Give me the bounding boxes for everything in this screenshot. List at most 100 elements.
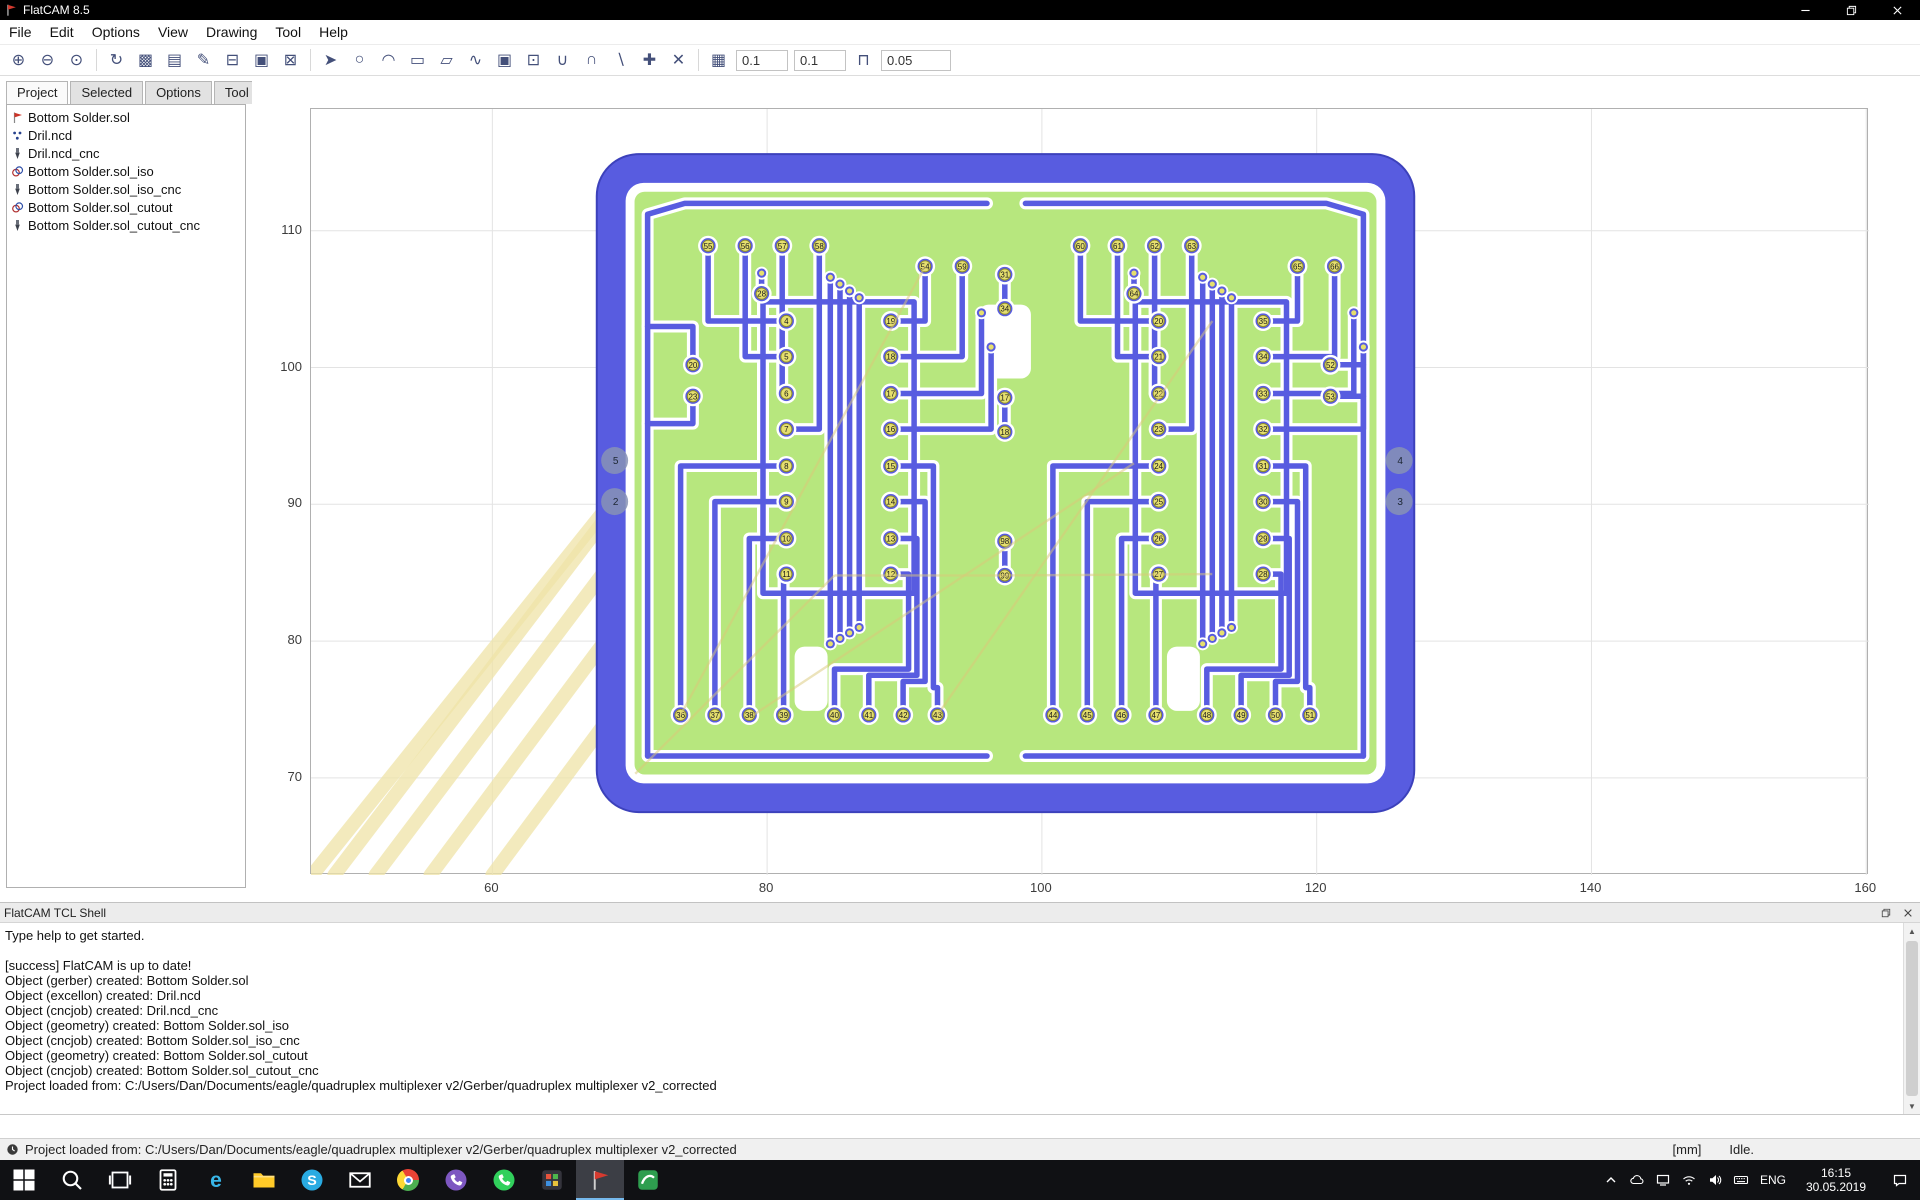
start-button[interactable] <box>0 1160 48 1200</box>
snap-max-input[interactable] <box>881 50 951 71</box>
draw-arc-icon[interactable]: ◠ <box>375 48 402 73</box>
copy-object-icon[interactable]: ▣ <box>248 48 275 73</box>
volume-tray-icon[interactable] <box>1702 1160 1728 1200</box>
tree-item[interactable]: Bottom Solder.sol_iso_cnc <box>7 180 245 198</box>
tab-project[interactable]: Project <box>6 81 68 104</box>
svg-text:20: 20 <box>1154 317 1163 326</box>
menu-options[interactable]: Options <box>83 22 149 42</box>
clock[interactable]: 16:15 30.05.2019 <box>1792 1160 1880 1200</box>
status-bar: Project loaded from: C:/Users/Dan/Docume… <box>0 1138 1920 1160</box>
snap-magnet-icon[interactable]: ⊓ <box>850 48 877 73</box>
grid-toggle-icon[interactable]: ▦ <box>705 48 732 73</box>
menu-edit[interactable]: Edit <box>41 22 83 42</box>
file-explorer-app[interactable] <box>240 1160 288 1200</box>
draw-circle-icon[interactable]: ○ <box>346 48 373 73</box>
restore-button[interactable] <box>1828 0 1874 20</box>
task-view-button[interactable] <box>96 1160 144 1200</box>
language-indicator[interactable]: ENG <box>1754 1160 1792 1200</box>
menu-help[interactable]: Help <box>310 22 357 42</box>
menu-view[interactable]: View <box>149 22 197 42</box>
menu-file[interactable]: File <box>0 22 41 42</box>
svg-text:45: 45 <box>1083 711 1092 720</box>
notification-button[interactable] <box>1880 1160 1920 1200</box>
grid-y-input[interactable] <box>794 50 846 71</box>
plot-canvas[interactable]: 5556575841951861771681591410131112545936… <box>252 80 1920 902</box>
scrollbar-track[interactable] <box>1904 939 1920 1098</box>
zoom-out-icon[interactable]: ⊖ <box>34 48 61 73</box>
intersection-icon[interactable]: ∩ <box>578 48 605 73</box>
network-tray-icon[interactable] <box>1650 1160 1676 1200</box>
select-tool-icon[interactable]: ➤ <box>317 48 344 73</box>
union-icon[interactable]: ∪ <box>549 48 576 73</box>
shell-float-button[interactable] <box>1878 905 1894 921</box>
replot-icon[interactable]: ↻ <box>103 48 130 73</box>
calculator-app[interactable] <box>144 1160 192 1200</box>
panel-tabs: ProjectSelectedOptionsTool <box>6 80 252 104</box>
whatsapp-icon <box>492 1168 516 1192</box>
touch-keyboard-tray-icon[interactable] <box>1728 1160 1754 1200</box>
editor-icon[interactable]: ✎ <box>190 48 217 73</box>
svg-text:63: 63 <box>1187 242 1196 251</box>
save-project-icon[interactable]: ⊟ <box>219 48 246 73</box>
tree-item[interactable]: Bottom Solder.sol <box>7 108 245 126</box>
shell-line: Project loaded from: C:/Users/Dan/Docume… <box>5 1078 1903 1093</box>
shell-line: Object (geometry) created: Bottom Solder… <box>5 1048 1903 1063</box>
skype-app[interactable]: S <box>288 1160 336 1200</box>
tree-item[interactable]: Dril.ncd <box>7 126 245 144</box>
plot-area[interactable]: 5556575841951861771681591410131112545936… <box>310 108 1868 874</box>
shell-command-input[interactable] <box>0 1114 1920 1138</box>
menu-tool[interactable]: Tool <box>266 22 310 42</box>
shell-output[interactable]: Type help to get started. [success] Flat… <box>0 923 1903 1114</box>
wifi-tray-icon[interactable] <box>1676 1160 1702 1200</box>
tree-item[interactable]: Bottom Solder.sol_cutout_cnc <box>7 216 245 234</box>
mail-app[interactable] <box>336 1160 384 1200</box>
tree-item[interactable]: Dril.ncd_cnc <box>7 144 245 162</box>
tree-item-label: Bottom Solder.sol_iso <box>28 164 154 179</box>
minimize-button[interactable] <box>1782 0 1828 20</box>
shell-close-button[interactable] <box>1900 905 1916 921</box>
windows-logo-icon <box>12 1168 36 1192</box>
shell-header[interactable]: FlatCAM TCL Shell <box>0 903 1920 923</box>
delete-shape-icon[interactable]: ✕ <box>665 48 692 73</box>
tree-item[interactable]: Bottom Solder.sol_cutout <box>7 198 245 216</box>
svg-text:2: 2 <box>613 497 619 508</box>
draw-rectangle-icon[interactable]: ▭ <box>404 48 431 73</box>
svg-text:32: 32 <box>1259 425 1268 434</box>
edge-app[interactable]: e <box>192 1160 240 1200</box>
delete-object-icon[interactable]: ⊠ <box>277 48 304 73</box>
scroll-up-icon[interactable]: ▲ <box>1904 923 1920 939</box>
onedrive-tray-icon[interactable] <box>1624 1160 1650 1200</box>
svg-text:33: 33 <box>1259 390 1268 399</box>
zoom-fit-icon[interactable]: ⊙ <box>63 48 90 73</box>
pinned-app-1[interactable] <box>528 1160 576 1200</box>
scroll-down-icon[interactable]: ▼ <box>1904 1098 1920 1114</box>
chrome-app[interactable] <box>384 1160 432 1200</box>
flatcam-app[interactable] <box>576 1160 624 1200</box>
whatsapp-app[interactable] <box>480 1160 528 1200</box>
tab-selected[interactable]: Selected <box>70 81 143 104</box>
pinned-app-2[interactable] <box>624 1160 672 1200</box>
paste-shape-icon[interactable]: ⊡ <box>520 48 547 73</box>
new-blank-geometry-icon[interactable]: ▤ <box>161 48 188 73</box>
viber-app[interactable] <box>432 1160 480 1200</box>
menu-drawing[interactable]: Drawing <box>197 22 266 42</box>
scrollbar-thumb[interactable] <box>1906 941 1918 1096</box>
svg-text:S: S <box>307 1173 317 1189</box>
close-button[interactable] <box>1874 0 1920 20</box>
svg-text:51: 51 <box>1305 711 1314 720</box>
copy-shape-icon[interactable]: ▣ <box>491 48 518 73</box>
draw-polygon-icon[interactable]: ▱ <box>433 48 460 73</box>
move-shape-icon[interactable]: ✚ <box>636 48 663 73</box>
toolbar-separator <box>96 49 97 71</box>
draw-path-icon[interactable]: ∿ <box>462 48 489 73</box>
grid-x-input[interactable] <box>736 50 788 71</box>
tree-item[interactable]: Bottom Solder.sol_iso <box>7 162 245 180</box>
viber-icon <box>444 1168 468 1192</box>
hidden-icons-button[interactable] <box>1598 1160 1624 1200</box>
subtract-icon[interactable]: ∖ <box>607 48 634 73</box>
tab-options[interactable]: Options <box>145 81 212 104</box>
shell-scrollbar[interactable]: ▲ ▼ <box>1903 923 1920 1114</box>
zoom-in-icon[interactable]: ⊕ <box>5 48 32 73</box>
clear-plot-icon[interactable]: ▩ <box>132 48 159 73</box>
search-button[interactable] <box>48 1160 96 1200</box>
